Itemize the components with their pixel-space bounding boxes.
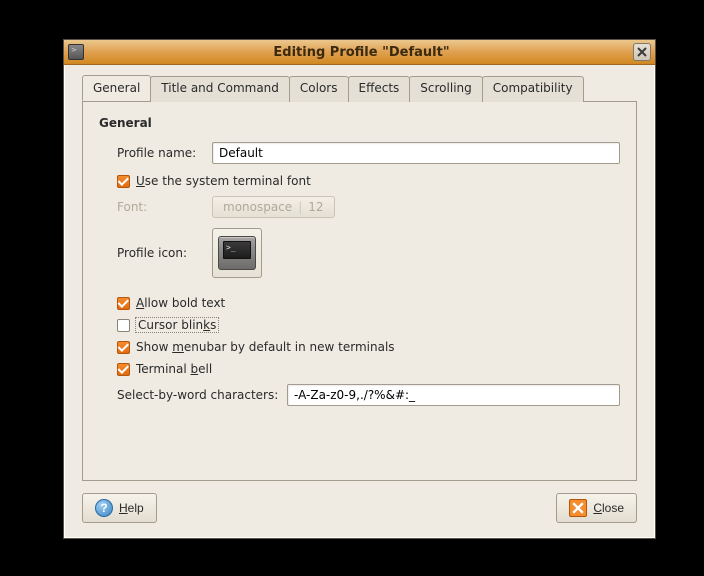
row-profile-icon: Profile icon:	[99, 228, 620, 278]
font-name: monospace	[223, 200, 292, 214]
profile-icon-label: Profile icon:	[117, 246, 212, 260]
terminal-bell-checkbox[interactable]	[117, 363, 130, 376]
dialog-window: Editing Profile "Default" General Title …	[63, 39, 656, 539]
terminal-icon	[218, 236, 256, 270]
tab-general[interactable]: General	[82, 75, 151, 101]
profile-icon-button[interactable]	[212, 228, 262, 278]
use-system-font-checkbox[interactable]	[117, 175, 130, 188]
window-title: Editing Profile "Default"	[90, 45, 633, 60]
close-icon	[637, 47, 647, 57]
titlebar[interactable]: Editing Profile "Default"	[64, 40, 655, 65]
row-show-menubar: Show menubar by default in new terminals	[99, 340, 620, 354]
font-label: Font:	[117, 200, 212, 214]
window-close-button[interactable]	[633, 43, 651, 61]
help-icon: ?	[95, 499, 113, 517]
button-bar: ? Help Close	[64, 493, 655, 537]
section-title: General	[99, 116, 620, 130]
profile-name-input[interactable]	[212, 142, 620, 164]
row-cursor-blinks: Cursor blinks	[99, 318, 620, 332]
row-select-by-word: Select-by-word characters:	[99, 384, 620, 406]
tab-panel-general: General Profile name: Use the system ter…	[82, 101, 637, 481]
help-button[interactable]: ? Help	[82, 493, 157, 523]
tab-effects[interactable]: Effects	[348, 76, 411, 102]
select-by-word-label: Select-by-word characters:	[117, 388, 287, 402]
profile-name-label: Profile name:	[117, 146, 212, 160]
dialog-content: General Title and Command Colors Effects…	[64, 65, 655, 493]
close-button[interactable]: Close	[556, 493, 637, 523]
tab-strip: General Title and Command Colors Effects…	[82, 75, 637, 101]
tab-title-and-command[interactable]: Title and Command	[150, 76, 290, 102]
tab-scrolling[interactable]: Scrolling	[409, 76, 482, 102]
row-font: Font: monospace | 12	[99, 196, 620, 218]
cursor-blinks-label: Cursor blinks	[136, 318, 218, 332]
allow-bold-label: Allow bold text	[136, 296, 225, 310]
row-terminal-bell: Terminal bell	[99, 362, 620, 376]
terminal-bell-label: Terminal bell	[136, 362, 212, 376]
tab-compatibility[interactable]: Compatibility	[482, 76, 584, 102]
cursor-blinks-checkbox[interactable]	[117, 319, 130, 332]
allow-bold-checkbox[interactable]	[117, 297, 130, 310]
row-allow-bold: Allow bold text	[99, 296, 620, 310]
use-system-font-label: Use the system terminal font	[136, 174, 311, 188]
row-profile-name: Profile name:	[99, 142, 620, 164]
select-by-word-input[interactable]	[287, 384, 620, 406]
show-menubar-label: Show menubar by default in new terminals	[136, 340, 395, 354]
show-menubar-checkbox[interactable]	[117, 341, 130, 354]
tab-colors[interactable]: Colors	[289, 76, 349, 102]
font-size: 12	[308, 200, 323, 214]
terminal-app-icon	[68, 44, 84, 60]
close-icon	[569, 499, 587, 517]
row-use-system-font: Use the system terminal font	[99, 174, 620, 188]
font-chooser-button: monospace | 12	[212, 196, 335, 218]
